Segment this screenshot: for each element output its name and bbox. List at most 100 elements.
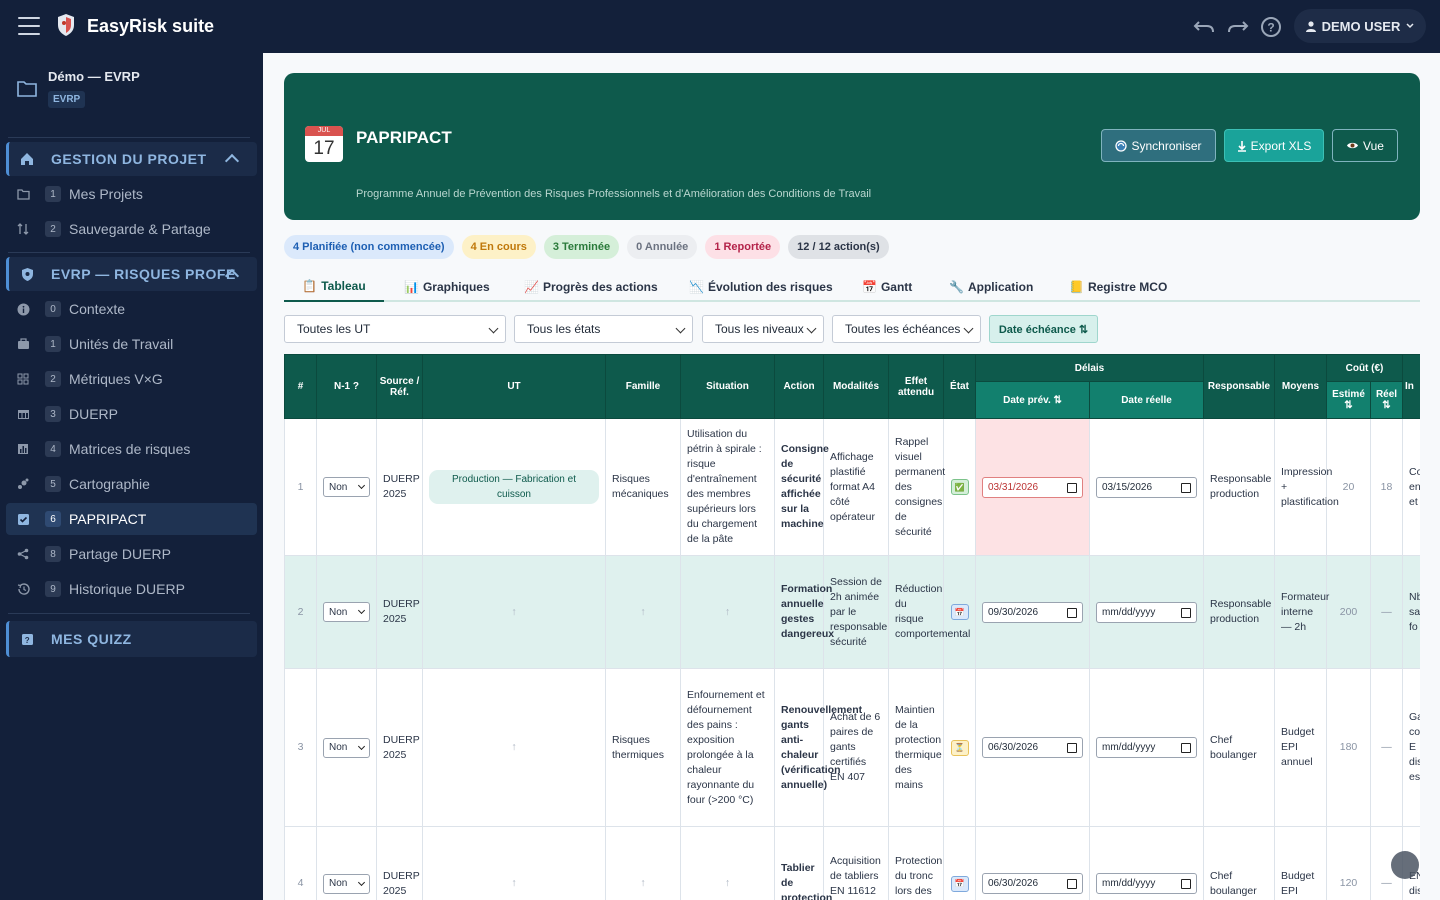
pill-annulee[interactable]: 0 Annulée xyxy=(627,235,698,259)
pill-total[interactable]: 12 / 12 action(s) xyxy=(788,235,889,259)
calendar-icon xyxy=(1181,482,1191,493)
filter-ut-select[interactable]: Toutes les UT xyxy=(284,315,506,343)
col-header-etat: État xyxy=(943,354,976,419)
date-prev-input[interactable]: 09/30/2026 xyxy=(982,601,1083,623)
sidebar-item-partage-duerp[interactable]: 8 Partage DUERP xyxy=(6,538,257,570)
sidebar-item-papripact[interactable]: 6 PAPRIPACT xyxy=(6,503,257,535)
view-button[interactable]: Vue xyxy=(1332,129,1398,162)
filter-niveaux-select[interactable]: Tous les niveaux xyxy=(702,315,824,343)
sidebar-item-sauvegarde[interactable]: 2 Sauvegarde & Partage xyxy=(6,213,257,245)
col-header-reel[interactable]: Réel ⇅ xyxy=(1370,381,1403,419)
date-reelle-input[interactable]: mm/dd/yyyy xyxy=(1096,737,1197,758)
cell-famille: ↑ xyxy=(605,826,681,900)
cell-estime: 180 xyxy=(1326,668,1371,827)
user-menu-button[interactable]: DEMO USER xyxy=(1294,9,1426,43)
chevron-down-icon xyxy=(675,323,686,334)
sidebar-item-matrices[interactable]: 4 Matrices de risques xyxy=(6,433,257,465)
sort-date-echeance-button[interactable]: Date échéance ⇅ xyxy=(989,315,1098,343)
tab-label: Progrès des actions xyxy=(542,280,658,294)
help-icon[interactable]: ? xyxy=(1259,15,1283,39)
tab-label: Évolution des risques xyxy=(707,280,833,294)
status-planned-icon[interactable]: 📅 xyxy=(950,604,969,620)
col-header-modalites: Modalités xyxy=(823,354,889,419)
col-header-date-prev[interactable]: Date prév. ⇅ xyxy=(975,381,1090,419)
svg-text:?: ? xyxy=(24,636,29,645)
calendar-month: JUL xyxy=(305,126,343,136)
status-done-icon[interactable]: ✅ xyxy=(950,479,969,495)
col-header-effet: Effet attendu xyxy=(888,354,944,419)
undo-icon[interactable] xyxy=(1192,15,1216,39)
date-reelle-input[interactable]: 03/15/2026 xyxy=(1096,476,1197,498)
col-header-ut: UT xyxy=(422,354,606,419)
date-reelle-input[interactable]: mm/dd/yyyy xyxy=(1096,873,1197,894)
section-mes-quizz[interactable]: ? MES QUIZZ xyxy=(6,621,257,657)
menu-icon[interactable] xyxy=(18,17,40,35)
tab-registre-mco[interactable]: 📒 Registre MCO xyxy=(1069,272,1167,302)
cell-num: 1 xyxy=(284,418,317,556)
pill-terminee[interactable]: 3 Terminée xyxy=(543,235,620,259)
sidebar-item-metriques[interactable]: 2 Métriques V×G xyxy=(6,363,257,395)
col-header-estime[interactable]: Estimé ⇅ xyxy=(1326,381,1371,419)
redo-icon[interactable] xyxy=(1226,15,1250,39)
section-evrp-risques[interactable]: EVRP — RISQUES PROFE xyxy=(6,257,257,291)
n1-select[interactable]: Non xyxy=(323,873,370,894)
divider xyxy=(8,252,250,253)
status-planned-icon[interactable]: 📅 xyxy=(950,875,969,892)
ut-badge: Production — Fabrication et cuisson xyxy=(429,470,599,504)
item-label: Matrices de risques xyxy=(69,441,191,457)
sync-button[interactable]: Synchroniser xyxy=(1101,129,1216,162)
chevron-down-icon xyxy=(357,481,366,490)
chat-bubble-button[interactable] xyxy=(1391,851,1419,879)
col-header-famille: Famille xyxy=(605,354,681,419)
pill-en-cours[interactable]: 4 En cours xyxy=(461,235,536,259)
sidebar-item-unites-travail[interactable]: 1 Unités de Travail xyxy=(6,328,257,360)
tab-application[interactable]: 🔧 Application xyxy=(949,272,1033,302)
cell-situation: Enfournement et défournement des pains :… xyxy=(680,668,775,827)
cell-reel: — xyxy=(1370,668,1403,827)
date-prev-input[interactable]: 03/31/2026 xyxy=(982,476,1083,498)
col-header-date-reelle: Date réelle xyxy=(1089,381,1204,419)
col-header-situation: Situation xyxy=(680,354,775,419)
pill-planifiee[interactable]: 4 Planifiée (non commencée) xyxy=(284,235,454,259)
actions-table: # N-1 ? Source / Réf. UT Famille Situati… xyxy=(284,354,1420,900)
cell-action: Tablier de protection xyxy=(774,826,832,900)
tab-evolution[interactable]: 📉 Évolution des risques xyxy=(689,272,833,302)
sidebar-item-mes-projets[interactable]: 1 Mes Projets xyxy=(6,178,257,210)
status-in-progress-icon[interactable]: ⏳ xyxy=(950,739,969,756)
project-selector[interactable]: Démo — EVRP EVRP xyxy=(16,69,256,119)
cell-n1: Non xyxy=(316,826,377,900)
sidebar-item-contexte[interactable]: 0 Contexte xyxy=(6,293,257,325)
date-reelle-input[interactable]: mm/dd/yyyy xyxy=(1096,601,1197,623)
col-header-indicateur: In xyxy=(1402,354,1420,419)
table-row: 3 Non DUERP 2025 ↑ Risques thermiques En… xyxy=(284,668,1420,827)
cell-responsable: Chef boulanger xyxy=(1203,668,1275,827)
export-xls-button[interactable]: Export XLS xyxy=(1224,129,1324,162)
n1-select[interactable]: Non xyxy=(323,477,370,497)
calendar-icon xyxy=(1181,743,1191,753)
filter-etats-select[interactable]: Tous les états xyxy=(514,315,693,343)
filter-echeances-select[interactable]: Toutes les échéances xyxy=(832,315,981,343)
pill-reportee[interactable]: 1 Reportée xyxy=(705,235,781,259)
n1-select[interactable]: Non xyxy=(323,602,370,622)
chart-icon xyxy=(15,441,31,457)
tab-gantt[interactable]: 📅 Gantt xyxy=(862,272,912,302)
chevron-down-icon xyxy=(357,742,366,750)
sidebar-item-historique[interactable]: 9 Historique DUERP xyxy=(6,573,257,605)
n1-select[interactable]: Non xyxy=(323,737,370,758)
tab-tableau[interactable]: 📋 Tableau xyxy=(284,272,384,302)
date-prev-input[interactable]: 06/30/2026 xyxy=(982,737,1083,758)
item-number: 5 xyxy=(45,476,61,492)
sidebar-item-cartographie[interactable]: 5 Cartographie xyxy=(6,468,257,500)
cell-num: 4 xyxy=(284,826,317,900)
page-title: PAPRIPACT xyxy=(356,128,452,147)
tab-graphiques[interactable]: 📊 Graphiques xyxy=(404,272,490,302)
cell-source: DUERP 2025 xyxy=(376,555,423,669)
section-gestion-projet[interactable]: GESTION DU PROJET xyxy=(6,142,257,176)
date-value: mm/dd/yyyy xyxy=(1102,606,1156,618)
calendar-icon: 📅 xyxy=(862,280,877,294)
date-prev-input[interactable]: 06/30/2026 xyxy=(982,873,1083,894)
item-label: Mes Projets xyxy=(69,186,143,202)
sidebar-item-duerp[interactable]: 3 DUERP xyxy=(6,398,257,430)
tab-progres[interactable]: 📈 Progrès des actions xyxy=(524,272,658,302)
chevron-down-icon xyxy=(963,323,974,334)
